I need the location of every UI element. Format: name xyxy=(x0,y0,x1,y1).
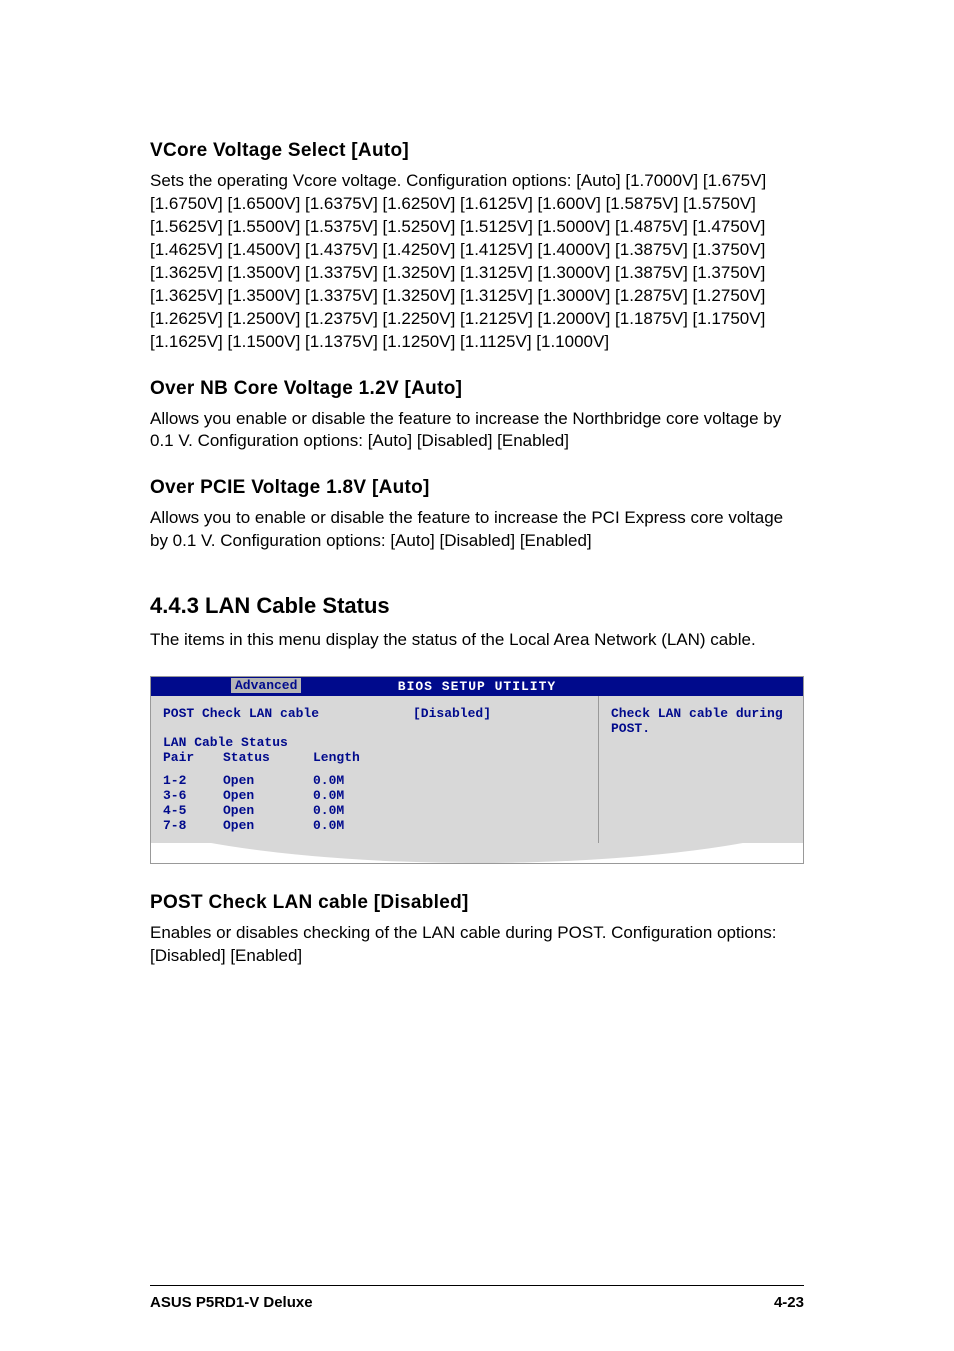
bios-cell-length: 0.0M xyxy=(313,803,373,818)
bios-cell-pair: 1-2 xyxy=(163,773,223,788)
bios-col-pair: Pair xyxy=(163,750,223,765)
bios-col-length: Length xyxy=(313,750,373,765)
bios-cell-status: Open xyxy=(223,773,313,788)
page-footer: ASUS P5RD1-V Deluxe 4-23 xyxy=(150,1285,804,1311)
bios-cell-length: 0.0M xyxy=(313,788,373,803)
heading-postcheck: POST Check LAN cable [Disabled] xyxy=(150,892,804,914)
text-vcore: Sets the operating Vcore voltage. Config… xyxy=(150,170,804,354)
bios-table-row: 1-2 Open 0.0M xyxy=(163,773,586,788)
bios-cell-pair: 3-6 xyxy=(163,788,223,803)
bios-setting-row: POST Check LAN cable [Disabled] xyxy=(163,706,586,721)
text-postcheck: Enables or disables checking of the LAN … xyxy=(150,922,804,968)
text-overnb: Allows you enable or disable the feature… xyxy=(150,408,804,454)
bios-table-header: Pair Status Length xyxy=(163,750,586,765)
bios-cell-length: 0.0M xyxy=(313,773,373,788)
bios-setting-label: POST Check LAN cable xyxy=(163,706,413,721)
heading-lan-section: 4.4.3 LAN Cable Status xyxy=(150,593,804,619)
bios-cell-status: Open xyxy=(223,788,313,803)
bios-table-row: 3-6 Open 0.0M xyxy=(163,788,586,803)
bios-cell-pair: 4-5 xyxy=(163,803,223,818)
bios-header: Advanced BIOS SETUP UTILITY xyxy=(151,677,803,696)
bios-curve-bottom xyxy=(151,843,803,863)
bios-title: BIOS SETUP UTILITY xyxy=(398,679,556,694)
bios-tab-advanced: Advanced xyxy=(231,678,301,693)
text-overpcie: Allows you to enable or disable the feat… xyxy=(150,507,804,553)
bios-cell-pair: 7-8 xyxy=(163,818,223,833)
text-lan-section: The items in this menu display the statu… xyxy=(150,629,804,652)
footer-product: ASUS P5RD1-V Deluxe xyxy=(150,1294,313,1311)
bios-cell-status: Open xyxy=(223,803,313,818)
footer-page-number: 4-23 xyxy=(774,1294,804,1311)
bios-subheading: LAN Cable Status xyxy=(163,735,586,750)
bios-cell-status: Open xyxy=(223,818,313,833)
bios-table-row: 7-8 Open 0.0M xyxy=(163,818,586,833)
heading-vcore: VCore Voltage Select [Auto] xyxy=(150,140,804,162)
heading-overpcie: Over PCIE Voltage 1.8V [Auto] xyxy=(150,477,804,499)
bios-left-panel: POST Check LAN cable [Disabled] LAN Cabl… xyxy=(151,696,598,843)
bios-cell-length: 0.0M xyxy=(313,818,373,833)
bios-table-row: 4-5 Open 0.0M xyxy=(163,803,586,818)
bios-help-panel: Check LAN cable during POST. xyxy=(598,696,803,843)
bios-help-text: Check LAN cable during POST. xyxy=(611,706,783,736)
bios-col-status: Status xyxy=(223,750,313,765)
bios-setup-box: Advanced BIOS SETUP UTILITY POST Check L… xyxy=(150,676,804,864)
bios-setting-value: [Disabled] xyxy=(413,706,491,721)
heading-overnb: Over NB Core Voltage 1.2V [Auto] xyxy=(150,378,804,400)
